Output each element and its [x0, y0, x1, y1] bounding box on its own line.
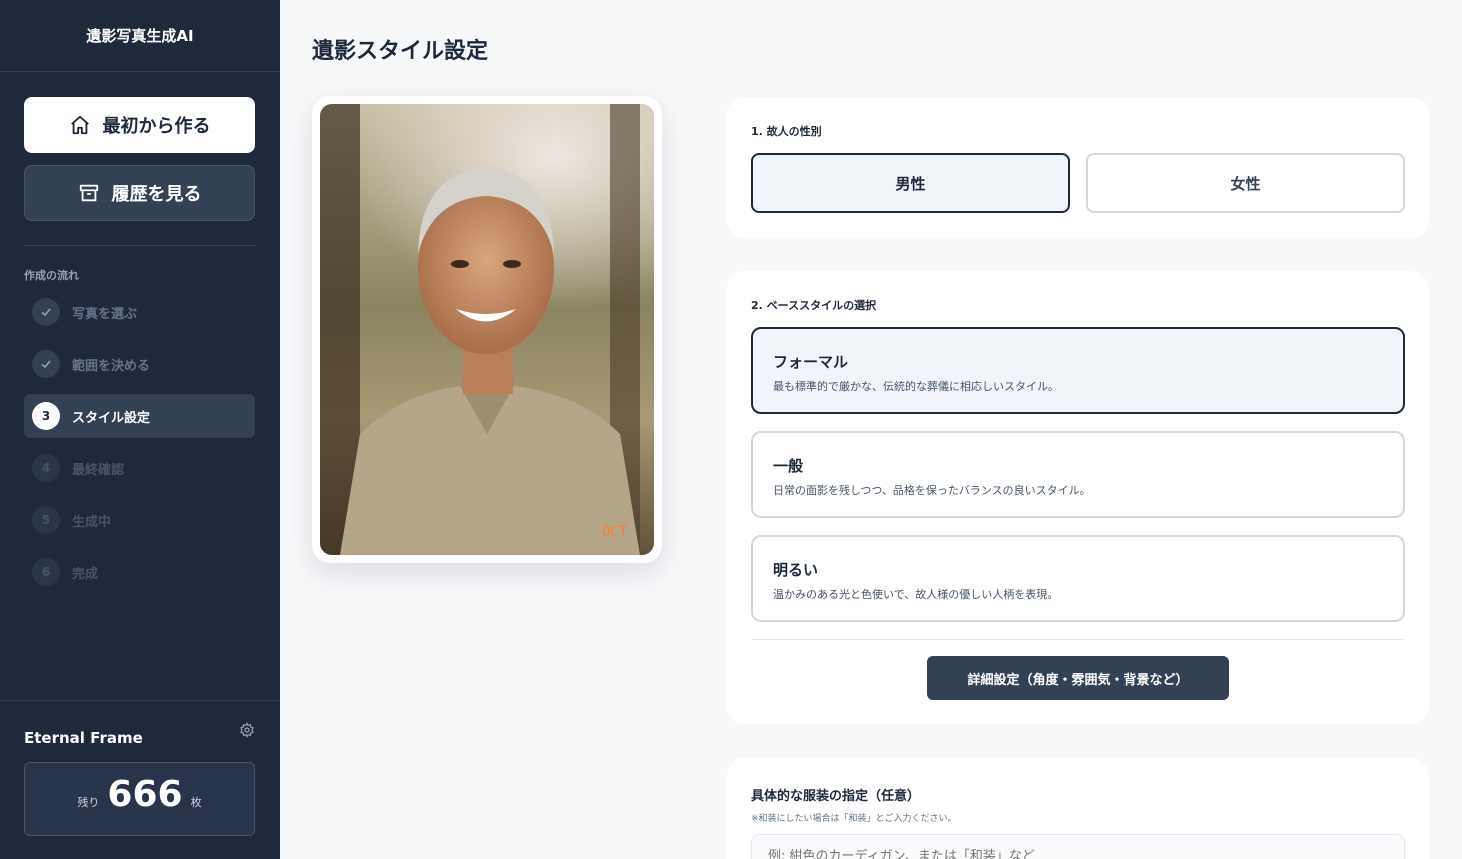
- style-divider: [751, 639, 1405, 640]
- home-icon: [70, 115, 89, 135]
- sidebar: 遺影写真生成AI 最初から作る 履歴を見る 作成の流れ 写真を選ぶ 範囲を決める…: [0, 0, 280, 859]
- style-option-title: 明るい: [773, 561, 819, 579]
- base-style-card: 2. ベーススタイルの選択 フォーマル 最も標準的で厳かな、伝統的な葬儀に相応し…: [727, 271, 1429, 724]
- photo-preview-card: OCT: [312, 96, 662, 563]
- outfit-note: ※和装にしたい場合は「和装」とご入力ください。: [751, 814, 957, 824]
- step-crop[interactable]: 範囲を決める: [24, 342, 255, 386]
- app-title: 遺影写真生成AI: [0, 0, 280, 72]
- style-option-bright[interactable]: 明るい 温かみのある光と色使いで、故人様の優しい人柄を表現。: [751, 535, 1405, 622]
- history-label: 履歴を見る: [111, 184, 202, 205]
- credits-value: 666: [107, 774, 183, 815]
- style-option-title: フォーマル: [773, 353, 849, 371]
- step-number: 5: [32, 506, 60, 534]
- step-confirm: 4 最終確認: [24, 446, 255, 490]
- page-title: 遺影スタイル設定: [312, 39, 489, 64]
- step-label: 写真を選ぶ: [72, 306, 138, 322]
- credits-prefix: 残り: [77, 796, 100, 809]
- style-option-general[interactable]: 一般 日常の面影を残しつつ、品格を保ったバランスの良いスタイル。: [751, 431, 1405, 518]
- style-option-title: 一般: [773, 457, 804, 475]
- check-icon: [32, 298, 60, 326]
- step-generating: 5 生成中: [24, 498, 255, 542]
- step-number: 6: [32, 558, 60, 586]
- step-number: 3: [32, 402, 60, 430]
- gender-female-button[interactable]: 女性: [1086, 153, 1405, 213]
- credits-suffix: 枚: [190, 796, 202, 809]
- sidebar-footer: Eternal Frame 残り 666 枚: [0, 700, 280, 859]
- step-list: 写真を選ぶ 範囲を決める 3 スタイル設定 4 最終確認 5 生成中 6 完成: [24, 290, 255, 602]
- step-complete: 6 完成: [24, 550, 255, 594]
- step-label: 最終確認: [72, 462, 125, 478]
- credits-box: 残り 666 枚: [24, 762, 255, 836]
- history-button[interactable]: 履歴を見る: [24, 165, 255, 221]
- step-label: 範囲を決める: [72, 358, 151, 374]
- sidebar-divider: [24, 245, 255, 246]
- step-label: 完成: [72, 566, 99, 582]
- style-option-desc: 最も標準的で厳かな、伝統的な葬儀に相応しいスタイル。: [773, 380, 1059, 393]
- brand-name: Eternal Frame: [24, 729, 143, 747]
- start-over-label: 最初から作る: [102, 116, 211, 137]
- step-label: スタイル設定: [72, 410, 151, 426]
- flow-label: 作成の流れ: [24, 269, 79, 282]
- style-option-desc: 日常の面影を残しつつ、品格を保ったバランスの良いスタイル。: [773, 484, 1091, 497]
- base-style-label: 2. ベーススタイルの選択: [751, 299, 877, 312]
- outfit-input[interactable]: [751, 834, 1405, 859]
- step-number: 4: [32, 454, 60, 482]
- outfit-card: 具体的な服装の指定（任意） ※和装にしたい場合は「和装」とご入力ください。: [727, 758, 1429, 859]
- style-option-formal[interactable]: フォーマル 最も標準的で厳かな、伝統的な葬儀に相応しいスタイル。: [751, 327, 1405, 414]
- step-label: 生成中: [72, 514, 112, 530]
- portrait-photo: OCT: [320, 104, 654, 555]
- gender-label: 1. 故人の性別: [751, 125, 822, 138]
- style-option-desc: 温かみのある光と色使いで、故人様の優しい人柄を表現。: [773, 588, 1059, 601]
- step-select-photo[interactable]: 写真を選ぶ: [24, 290, 255, 334]
- photo-date-stamp: OCT: [602, 524, 628, 540]
- gender-card: 1. 故人の性別 男性 女性: [727, 97, 1429, 238]
- archive-icon: [79, 184, 98, 202]
- gender-male-button[interactable]: 男性: [751, 153, 1070, 213]
- start-over-button[interactable]: 最初から作る: [24, 97, 255, 153]
- check-icon: [32, 350, 60, 378]
- gear-icon[interactable]: [239, 722, 255, 738]
- advanced-settings-button[interactable]: 詳細設定（角度・雰囲気・背景など）: [927, 656, 1229, 700]
- outfit-title: 具体的な服装の指定（任意）: [751, 789, 921, 804]
- step-style[interactable]: 3 スタイル設定: [24, 394, 255, 438]
